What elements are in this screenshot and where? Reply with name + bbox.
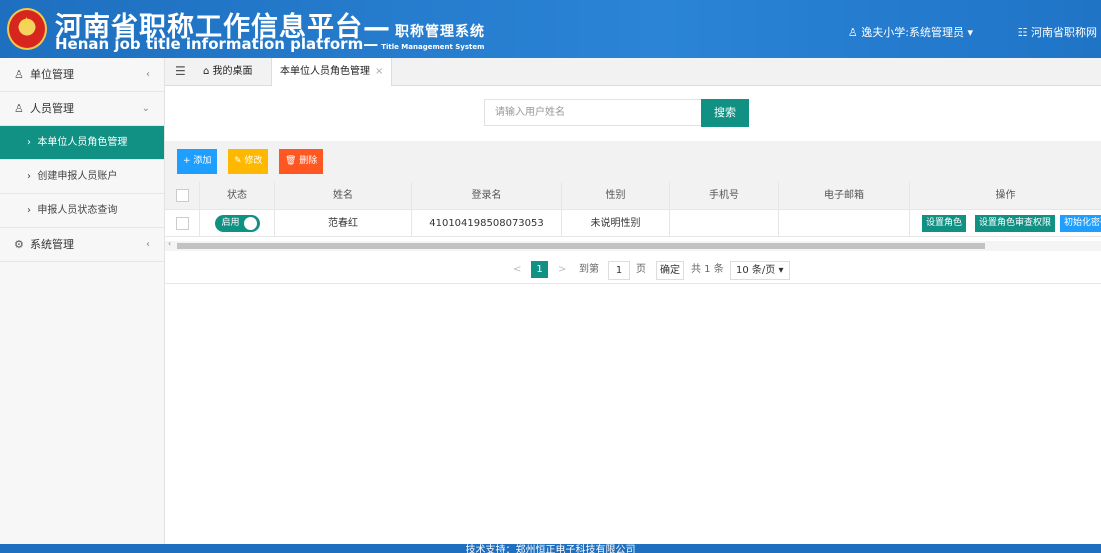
goto-label: 到第 [579, 264, 599, 275]
content-panel: 请输入用户姓名 搜索 + 添加 ✎ 修改 🗑 删除 状态 姓名 登录名 性别 手… [165, 86, 1101, 544]
column-header: 手机号 [670, 182, 779, 209]
status-cell: 启用 [200, 210, 275, 236]
app-title-en: Henan job title information platform— [55, 35, 379, 53]
prev-page-icon[interactable]: < [513, 261, 521, 278]
page-unit-label: 页 [636, 264, 646, 275]
settings-icon: ⚙ [14, 238, 24, 251]
sidebar-item-staff-management[interactable]: ♙ 人员管理 ⌄ [0, 92, 164, 126]
page-size-select[interactable]: 10 条/页 ▾ [730, 261, 790, 280]
delete-button[interactable]: 🗑 删除 [279, 149, 324, 174]
pagination: < 1 > 到第 1 页 确定 共 1 条 10 条/页 ▾ [165, 254, 1101, 284]
home-icon: ⌂ [203, 66, 213, 77]
user-icon: ♙ [14, 102, 24, 115]
page-number-current[interactable]: 1 [531, 261, 548, 278]
gender-cell: 未说明性别 [562, 210, 670, 236]
sidebar-item-label: 创建申报人员账户 [37, 171, 118, 182]
sidebar-item-label: 系统管理 [30, 238, 74, 251]
chevron-right-icon: › [27, 137, 38, 148]
sidebar-item-label: 单位管理 [30, 68, 74, 81]
chevron-right-icon: › [27, 171, 38, 182]
sidebar-item-label: 本单位人员角色管理 [37, 137, 128, 148]
site-link-label: 河南省职称网 [1031, 26, 1097, 39]
column-header: 性别 [562, 182, 670, 209]
total-count: 共 1 条 [691, 264, 724, 275]
app-title-en-wrap: Henan job title information platform— Tit… [55, 35, 484, 53]
user-icon: ♙ [847, 26, 862, 39]
tab-label: 本单位人员角色管理 [280, 66, 370, 77]
chevron-left-icon: ‹ [146, 239, 150, 250]
reset-password-button[interactable]: 初始化密码 [1060, 215, 1101, 232]
national-emblem-logo [7, 8, 47, 50]
sidebar: ♙ 单位管理 ‹ ♙ 人员管理 ⌄ › 本单位人员角色管理 › 创建申报人员账户 ›… [0, 58, 165, 544]
status-toggle[interactable]: 启用 [214, 214, 260, 232]
confirm-page-button[interactable]: 确定 [656, 261, 684, 280]
column-header: 姓名 [275, 182, 412, 209]
sidebar-item-label: 申报人员状态查询 [37, 205, 118, 216]
column-header: 电子邮箱 [779, 182, 910, 209]
add-button[interactable]: + 添加 [177, 149, 218, 174]
top-header: 河南省职称工作信息平台—职称管理系统 Henan job title infor… [0, 0, 1101, 58]
footer: 技术支持：郑州恒正电子科技有限公司 [0, 544, 1101, 553]
toolbar: + 添加 ✎ 修改 🗑 删除 [165, 141, 1101, 182]
select-all-cell [165, 182, 200, 209]
set-role-button[interactable]: 设置角色 [922, 215, 967, 232]
row-select-cell [165, 210, 200, 236]
close-icon[interactable]: × [375, 66, 383, 77]
table-row[interactable]: 启用 范春红 410104198508073053 未说明性别 设置角色 设置角… [165, 210, 1101, 237]
site-link[interactable]: ☷ 河南省职称网 [1018, 24, 1097, 40]
next-page-icon[interactable]: > [558, 261, 566, 278]
tab-label: 我的桌面 [212, 66, 253, 77]
search-button[interactable]: 搜索 [701, 99, 749, 127]
actions-cell: 设置角色 设置角色审查权限 初始化密码 [910, 210, 1101, 236]
scrollbar-thumb[interactable] [177, 243, 985, 249]
menu-toggle-icon[interactable]: ☰ [175, 64, 186, 78]
set-review-permission-button[interactable]: 设置角色审查权限 [975, 215, 1056, 232]
login-cell: 410104198508073053 [412, 210, 562, 236]
sidebar-item-create-account[interactable]: › 创建申报人员账户 [0, 160, 164, 194]
chevron-down-icon: ⌄ [141, 103, 150, 114]
network-icon: ☷ [1017, 26, 1031, 39]
sidebar-item-system-management[interactable]: ⚙ 系统管理 ‹ [0, 228, 164, 262]
page-jump-input[interactable]: 1 [608, 261, 630, 280]
sidebar-item-label: 人员管理 [30, 102, 74, 115]
tab-home[interactable]: ⌂ 我的桌面 [195, 58, 261, 86]
tab-bar: ☰ ⌂ 我的桌面 本单位人员角色管理 × [165, 58, 1101, 86]
edit-button[interactable]: ✎ 修改 [228, 149, 269, 174]
main-area: ☰ ⌂ 我的桌面 本单位人员角色管理 × 请输入用户姓名 搜索 + 添加 ✎ 修改… [165, 58, 1101, 544]
column-header: 操作 [995, 190, 1016, 201]
user-menu[interactable]: ♙ 逸夫小学:系统管理员 ▾ [848, 24, 973, 40]
user-icon: ♙ [14, 68, 24, 81]
app-subtitle-en: Title Management System [381, 43, 485, 51]
chevron-right-icon: › [27, 205, 38, 216]
scroll-left-icon[interactable]: ‹ [168, 239, 171, 248]
phone-cell [670, 210, 779, 236]
horizontal-scrollbar[interactable]: ‹ [165, 239, 1101, 251]
name-cell: 范春红 [275, 210, 412, 236]
chevron-left-icon: ‹ [146, 69, 150, 80]
column-header: 状态 [200, 182, 275, 209]
table-header-row: 状态 姓名 登录名 性别 手机号 电子邮箱 操作 [165, 182, 1101, 210]
email-cell [779, 210, 910, 236]
search-input[interactable]: 请输入用户姓名 [484, 99, 702, 126]
sidebar-item-unit-management[interactable]: ♙ 单位管理 ‹ [0, 58, 164, 92]
column-header: 登录名 [412, 182, 562, 209]
select-all-checkbox[interactable] [175, 188, 189, 202]
user-name: 逸夫小学:系统管理员 [861, 26, 964, 39]
chevron-down-icon: ▾ [963, 26, 973, 39]
sidebar-item-role-management[interactable]: › 本单位人员角色管理 [0, 126, 164, 160]
tab-role-management[interactable]: 本单位人员角色管理 × [271, 58, 393, 86]
sidebar-item-status-query[interactable]: › 申报人员状态查询 [0, 194, 164, 228]
row-checkbox[interactable] [175, 216, 189, 230]
